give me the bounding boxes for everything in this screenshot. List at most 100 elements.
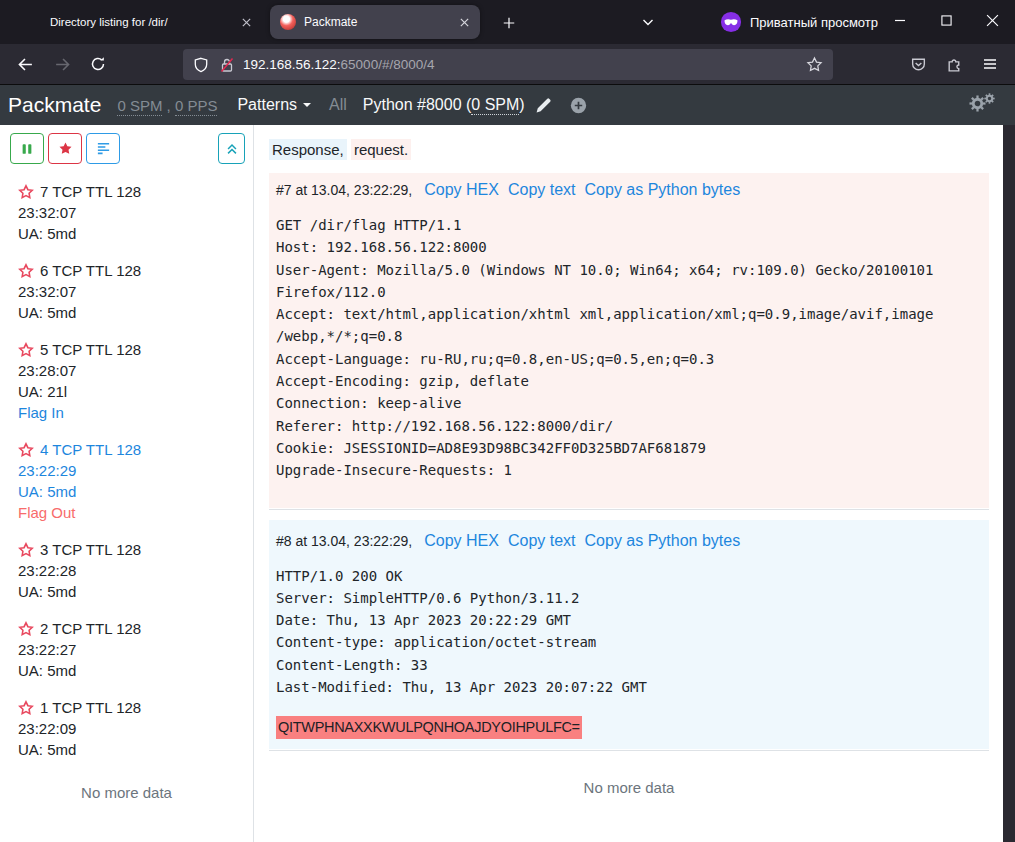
- tab-title: Packmate: [304, 15, 456, 29]
- copy-text-link[interactable]: Copy text: [508, 179, 576, 200]
- favorites-filter-button[interactable]: [48, 133, 82, 164]
- back-icon[interactable]: [17, 56, 34, 73]
- entry-ua: UA: 5md: [18, 660, 253, 681]
- star-icon[interactable]: [18, 542, 34, 558]
- entry-title: 2 TCP TTL 128: [40, 618, 141, 639]
- packet-header: #8 at 13.04, 23:22:29, Copy HEX Copy tex…: [276, 530, 982, 552]
- forward-icon[interactable]: [54, 56, 71, 73]
- url-host: 192.168.56.122:: [243, 57, 341, 72]
- star-icon: [58, 141, 73, 156]
- list-item-selected[interactable]: 4 TCP TTL 128 23:22:29 UA: 5md Flag Out: [0, 439, 253, 523]
- service-tab[interactable]: Python #8000 (0 SPM): [363, 96, 525, 114]
- page-scrollbar[interactable]: [1003, 125, 1015, 842]
- copy-text-link[interactable]: Copy text: [508, 530, 576, 551]
- entry-ua: UA: 5md: [18, 481, 253, 502]
- list-item[interactable]: 5 TCP TTL 128 23:28:07 UA: 21l Flag In: [0, 339, 253, 423]
- entry-title: 1 TCP TTL 128: [40, 697, 141, 718]
- entry-ua: UA: 21l: [18, 381, 253, 402]
- close-icon[interactable]: [238, 14, 254, 30]
- response-toggle[interactable]: Response,: [269, 139, 347, 160]
- request-toggle[interactable]: request.: [351, 139, 411, 160]
- all-filter[interactable]: All: [329, 96, 347, 114]
- browser-toolbar: 192.168.56.122:65000/#/8000/4: [0, 44, 1015, 85]
- reload-icon[interactable]: [90, 56, 106, 72]
- entry-ua: UA: 5md: [18, 302, 253, 323]
- entry-ua: UA: 5md: [18, 223, 253, 244]
- list-item[interactable]: 3 TCP TTL 128 23:22:28 UA: 5md: [0, 539, 253, 602]
- list-item[interactable]: 6 TCP TTL 128 23:32:07 UA: 5md: [0, 260, 253, 323]
- copy-python-link[interactable]: Copy as Python bytes: [585, 530, 741, 551]
- patterns-label: Patterns: [237, 96, 297, 114]
- main-panel: Response, request. #7 at 13.04, 23:22:29…: [254, 125, 1015, 842]
- flag-highlight: QITWPHNAXXKWULPQNHOAJDYOIHPULFC=: [276, 716, 582, 739]
- menu-icon[interactable]: [982, 56, 998, 72]
- packmate-navbar: Packmate 0 SPM , 0 PPS Patterns All Pyth…: [0, 85, 1015, 125]
- tab-directory-listing[interactable]: Directory listing for /dir/: [24, 6, 262, 38]
- chevron-down-icon[interactable]: [640, 14, 656, 30]
- copy-hex-link[interactable]: Copy HEX: [424, 179, 499, 200]
- list-item[interactable]: 2 TCP TTL 128 23:22:27 UA: 5md: [0, 618, 253, 681]
- no-more-data-label: No more data: [269, 779, 989, 796]
- entry-time: 23:22:27: [18, 639, 253, 660]
- bookmark-star-icon[interactable]: [806, 56, 823, 73]
- service-close-paren: ): [519, 96, 524, 113]
- pencil-icon[interactable]: [535, 97, 552, 114]
- stats-label: 0 SPM , 0 PPS: [117, 97, 217, 114]
- divider: [269, 509, 989, 510]
- copy-python-link[interactable]: Copy as Python bytes: [585, 179, 741, 200]
- list-item[interactable]: 7 TCP TTL 128 23:32:07 UA: 5md: [0, 181, 253, 244]
- no-more-data-label: No more data: [0, 784, 253, 801]
- shield-icon[interactable]: [193, 57, 209, 73]
- star-icon[interactable]: [18, 700, 34, 716]
- direction-note: Response, request.: [269, 139, 1015, 160]
- patterns-dropdown[interactable]: Patterns: [237, 96, 311, 114]
- entry-ua: UA: 5md: [18, 581, 253, 602]
- flag-out-label: Flag Out: [18, 502, 253, 523]
- list-view-button[interactable]: [86, 133, 120, 164]
- entry-time: 23:28:07: [18, 360, 253, 381]
- tab-packmate[interactable]: Packmate: [270, 5, 480, 39]
- settings-cogs-icon[interactable]: [969, 95, 993, 115]
- maximize-button[interactable]: [923, 0, 969, 40]
- add-service-button[interactable]: [570, 97, 587, 114]
- entry-time: 23:32:07: [18, 202, 253, 223]
- entry-time: 23:22:28: [18, 560, 253, 581]
- chevrons-up-icon: [225, 142, 239, 156]
- star-icon[interactable]: [18, 184, 34, 200]
- entry-title: 5 TCP TTL 128: [40, 339, 141, 360]
- entry-title: 7 TCP TTL 128: [40, 181, 141, 202]
- copy-hex-link[interactable]: Copy HEX: [424, 530, 499, 551]
- collapse-button[interactable]: [218, 133, 245, 164]
- sidebar: 7 TCP TTL 128 23:32:07 UA: 5md 6 TCP TTL…: [0, 125, 254, 842]
- puzzle-icon[interactable]: [946, 56, 963, 73]
- pocket-icon[interactable]: [910, 56, 927, 73]
- new-tab-button[interactable]: [496, 10, 522, 36]
- star-icon[interactable]: [18, 342, 34, 358]
- minimize-button[interactable]: [877, 0, 923, 40]
- stats-separator: ,: [162, 97, 175, 114]
- url-path: 65000/#/8000/4: [341, 57, 435, 72]
- packet-payload: QITWPHNAXXKWULPQNHOAJDYOIHPULFC=: [276, 716, 982, 738]
- lock-slash-icon[interactable]: [219, 57, 235, 73]
- pps-stat: 0 PPS: [175, 97, 218, 116]
- url-bar[interactable]: 192.168.56.122:65000/#/8000/4: [183, 49, 833, 80]
- app-brand[interactable]: Packmate: [8, 93, 101, 117]
- window-controls: [877, 0, 1015, 40]
- pause-button[interactable]: [10, 133, 44, 164]
- private-browsing-label: Приватный просмотр: [750, 15, 878, 30]
- packmate-favicon-icon: [280, 14, 296, 30]
- packet-id-label: #8 at 13.04, 23:22:29,: [276, 531, 412, 552]
- private-browsing-badge: Приватный просмотр: [720, 11, 878, 33]
- star-icon[interactable]: [18, 442, 34, 458]
- url-text[interactable]: 192.168.56.122:65000/#/8000/4: [243, 57, 806, 72]
- star-icon[interactable]: [18, 621, 34, 637]
- service-name: Python #8000 (: [363, 96, 472, 113]
- list-item[interactable]: 1 TCP TTL 128 23:22:09 UA: 5md: [0, 697, 253, 760]
- tab-title: Directory listing for /dir/: [24, 16, 238, 28]
- close-window-button[interactable]: [969, 0, 1015, 40]
- browser-tab-bar: Directory listing for /dir/ Packmate При…: [0, 0, 1015, 44]
- entry-title: 6 TCP TTL 128: [40, 260, 141, 281]
- close-icon[interactable]: [456, 14, 472, 30]
- star-icon[interactable]: [18, 263, 34, 279]
- flag-in-label: Flag In: [18, 402, 253, 423]
